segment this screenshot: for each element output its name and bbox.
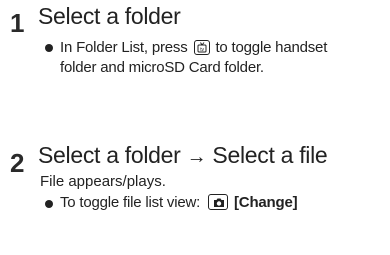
camera-key-icon [208,194,229,210]
step-2-bullet-dot [45,200,53,208]
step-2-note: File appears/plays. [40,173,166,190]
step-1-bullet-line-2: folder and microSD Card folder. [60,59,264,76]
step-1-bullet-text-before: In Folder List, press [60,39,188,56]
step-1-number: 1 [10,8,25,38]
step-2-bullet-text: To toggle file list view: [60,194,201,211]
step-2-title-part-2: Select a file [212,142,328,168]
change-softkey-label: [Change] [234,194,298,211]
tv-key-icon: tv [193,40,210,55]
arrow-right-icon: → [186,146,207,168]
step-2-title-part-1: Select a folder [38,142,181,168]
step-2-number: 2 [10,148,25,178]
step-1-title: Select a folder [38,3,181,29]
step-2-title: Select a folder → Select a file [38,142,328,170]
step-1-bullet-line-1: In Folder List, press tv to toggle hands… [60,38,327,57]
step-2-bullet-line: To toggle file list view: [Change] [60,193,298,212]
step-1-bullet-text-after: to toggle handset [215,39,328,56]
step-1-bullet-dot [45,44,53,52]
